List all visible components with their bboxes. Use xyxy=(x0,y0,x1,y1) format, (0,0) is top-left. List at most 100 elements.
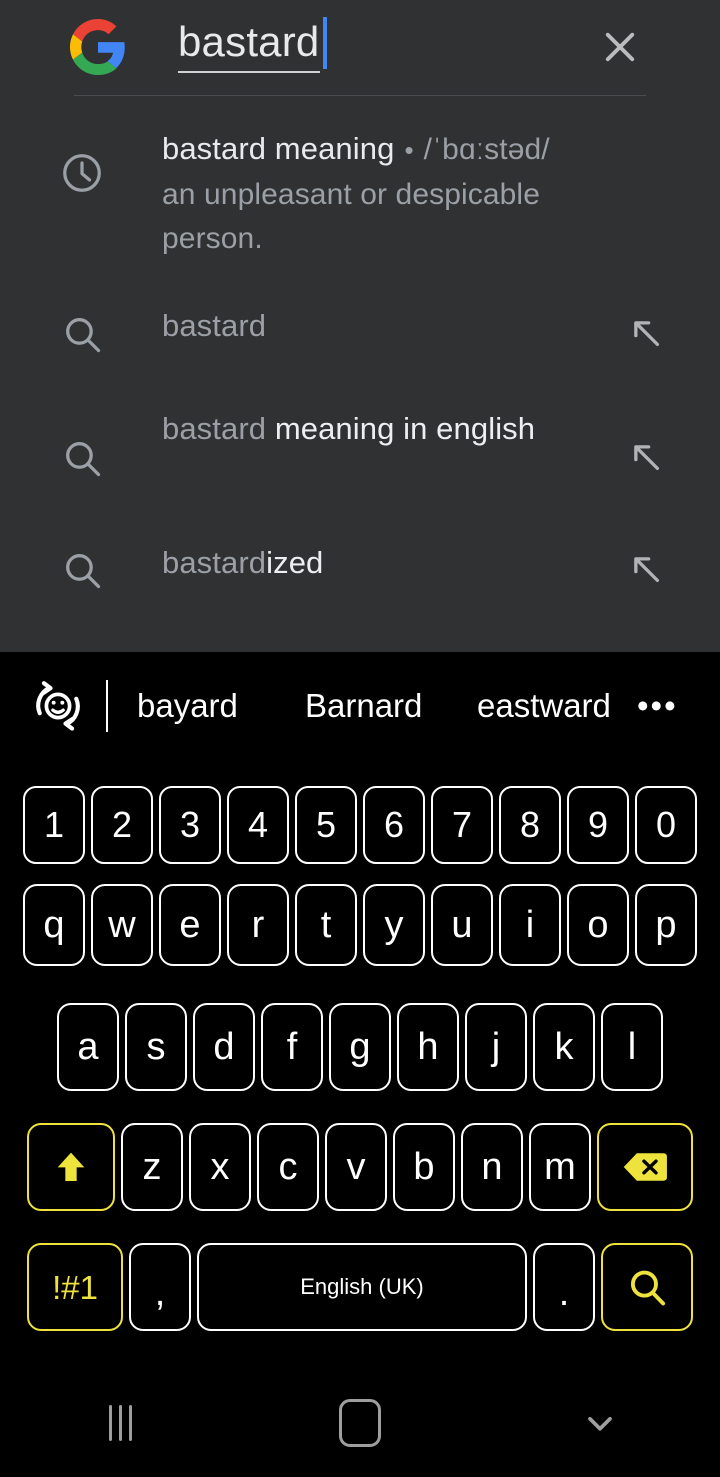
search-field-divider xyxy=(74,95,646,96)
search-enter-key[interactable] xyxy=(601,1243,693,1331)
key-s[interactable]: s xyxy=(125,1003,187,1091)
key-7[interactable]: 7 xyxy=(431,786,493,864)
insert-suggestion-button[interactable] xyxy=(622,548,670,590)
key-0[interactable]: 0 xyxy=(635,786,697,864)
key-4[interactable]: 4 xyxy=(227,786,289,864)
suggestion-definition: an unpleasant or despicable person. xyxy=(162,178,540,255)
symbols-key[interactable]: !#1 xyxy=(27,1243,123,1331)
keyboard-row-function: !#1 , English (UK) . xyxy=(0,1240,720,1334)
key-u[interactable]: u xyxy=(431,884,493,966)
period-key[interactable]: . xyxy=(533,1243,595,1331)
search-magnifier-icon xyxy=(56,436,108,480)
keyboard-row-middle: a s d f g h j k l xyxy=(0,1000,720,1094)
home-square-icon xyxy=(339,1399,381,1447)
key-l[interactable]: l xyxy=(601,1003,663,1091)
key-v[interactable]: v xyxy=(325,1123,387,1211)
key-r[interactable]: r xyxy=(227,884,289,966)
key-n[interactable]: n xyxy=(461,1123,523,1211)
suggestion-completion: ized xyxy=(266,545,324,580)
phone-screen: bastard bastard meaning • /ˈbɑːstəd/ an … xyxy=(0,0,720,1477)
backspace-key[interactable] xyxy=(597,1123,693,1211)
clock-history-icon xyxy=(56,150,108,196)
search-magnifier-icon xyxy=(56,312,108,356)
period-label: . xyxy=(558,1272,570,1314)
key-8[interactable]: 8 xyxy=(499,786,561,864)
shift-arrow-up-icon xyxy=(57,1152,85,1181)
key-1[interactable]: 1 xyxy=(23,786,85,864)
emoji-rotate-icon-button[interactable] xyxy=(27,675,89,737)
suggestion-separator-dot: • xyxy=(404,135,414,165)
nav-dismiss-keyboard-button[interactable] xyxy=(480,1403,720,1443)
search-input-value: bastard xyxy=(178,18,320,65)
key-b[interactable]: b xyxy=(393,1123,455,1211)
keyboard-suggestion-word-3[interactable]: eastward xyxy=(477,674,611,738)
key-m[interactable]: m xyxy=(529,1123,591,1211)
search-magnifier-icon xyxy=(56,548,108,592)
suggestion-row-query-1[interactable]: bastard xyxy=(0,276,720,396)
key-w[interactable]: w xyxy=(91,884,153,966)
nav-recents-button[interactable] xyxy=(0,1405,240,1441)
suggestion-list: bastard meaning • /ˈbɑːstəd/ an unpleasant… xyxy=(0,108,720,628)
suggestion-prefix: bastard xyxy=(162,545,267,580)
suggestion-headline: bastard meaning • /ˈbɑːstəd/ xyxy=(162,126,624,173)
suggestion-row-query-3[interactable]: bastardized xyxy=(0,518,720,628)
nav-home-button[interactable] xyxy=(240,1399,480,1447)
key-f[interactable]: f xyxy=(261,1003,323,1091)
keyboard-suggestion-strip: bayard Barnard eastward ••• xyxy=(0,652,720,760)
key-2[interactable]: 2 xyxy=(91,786,153,864)
key-p[interactable]: p xyxy=(635,884,697,966)
key-5[interactable]: 5 xyxy=(295,786,357,864)
key-9[interactable]: 9 xyxy=(567,786,629,864)
search-overlay-panel: bastard bastard meaning • /ˈbɑːstəd/ an … xyxy=(0,0,720,652)
key-y[interactable]: y xyxy=(363,884,425,966)
keyboard-row-top: q w e r t y u i o p xyxy=(0,881,720,969)
search-bar: bastard xyxy=(0,0,720,96)
google-g-logo-icon xyxy=(70,19,126,75)
arrow-up-left-icon xyxy=(634,445,660,471)
space-key[interactable]: English (UK) xyxy=(197,1243,527,1331)
keyboard-row-numbers: 1 2 3 4 5 6 7 8 9 0 xyxy=(0,781,720,869)
suggestion-prefix: bastard xyxy=(162,308,267,343)
key-q[interactable]: q xyxy=(23,884,85,966)
key-e[interactable]: e xyxy=(159,884,221,966)
text-cursor xyxy=(322,17,327,69)
key-d[interactable]: d xyxy=(193,1003,255,1091)
system-navigation-bar xyxy=(0,1369,720,1477)
key-3[interactable]: 3 xyxy=(159,786,221,864)
suggestion-row-query-2[interactable]: bastard meaning in english xyxy=(0,396,720,518)
key-a[interactable]: a xyxy=(57,1003,119,1091)
key-h[interactable]: h xyxy=(397,1003,459,1091)
key-k[interactable]: k xyxy=(533,1003,595,1091)
on-screen-keyboard: bayard Barnard eastward ••• 1 2 3 4 5 6 … xyxy=(0,652,720,1369)
key-x[interactable]: x xyxy=(189,1123,251,1211)
key-g[interactable]: g xyxy=(329,1003,391,1091)
search-magnifier-icon xyxy=(630,1270,666,1306)
suggestion-prefix: bastard xyxy=(162,411,275,446)
key-t[interactable]: t xyxy=(295,884,357,966)
key-z[interactable]: z xyxy=(121,1123,183,1211)
keyboard-suggestion-word-1[interactable]: bayard xyxy=(137,674,238,738)
comma-key[interactable]: , xyxy=(129,1243,191,1331)
insert-suggestion-button[interactable] xyxy=(622,312,670,354)
recents-bars-icon xyxy=(108,1405,132,1441)
suggestion-completion: meaning in english xyxy=(274,411,536,446)
keyboard-suggestion-word-2[interactable]: Barnard xyxy=(305,674,422,738)
arrow-up-left-icon xyxy=(634,321,660,347)
suggestion-row-definition[interactable]: bastard meaning • /ˈbɑːstəd/ an unpleasant… xyxy=(0,108,720,276)
clear-search-button[interactable] xyxy=(590,17,650,77)
shift-key[interactable] xyxy=(27,1123,115,1211)
emoji-rotate-icon xyxy=(36,681,80,731)
key-o[interactable]: o xyxy=(567,884,629,966)
key-c[interactable]: c xyxy=(257,1123,319,1211)
comma-label: , xyxy=(154,1272,166,1314)
key-6[interactable]: 6 xyxy=(363,786,425,864)
insert-suggestion-button[interactable] xyxy=(622,436,670,478)
search-input[interactable]: bastard xyxy=(178,14,578,76)
suggestion-text: bastard meaning in english xyxy=(162,406,535,452)
key-j[interactable]: j xyxy=(465,1003,527,1091)
key-i[interactable]: i xyxy=(499,884,561,966)
suggestion-phonetic: /ˈbɑːstəd/ xyxy=(423,133,550,166)
more-suggestions-button[interactable]: ••• xyxy=(637,674,678,738)
chevron-down-icon xyxy=(588,1417,612,1431)
keyboard-row-bottom: z x c v b n m xyxy=(0,1120,720,1214)
